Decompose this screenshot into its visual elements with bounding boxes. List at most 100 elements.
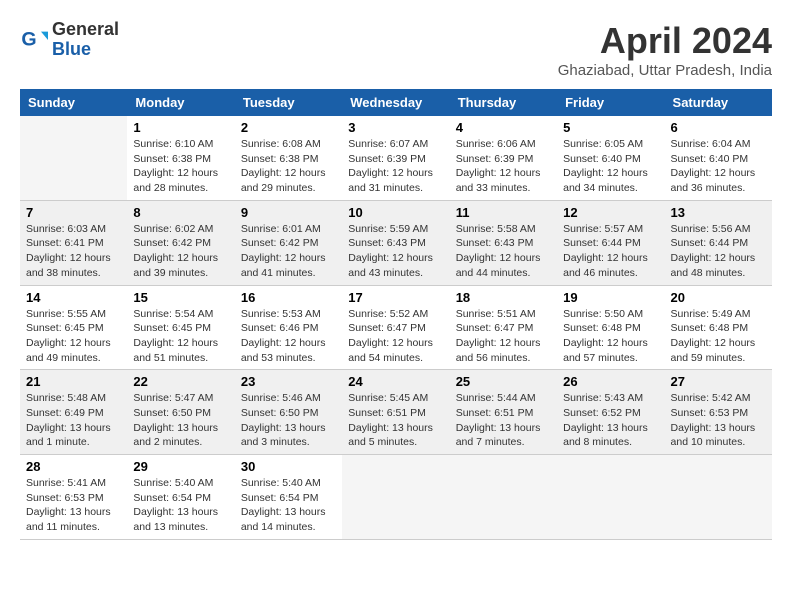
logo-blue-text: Blue xyxy=(52,40,119,60)
col-monday: Monday xyxy=(127,89,234,116)
table-row xyxy=(665,455,772,540)
day-info: Sunrise: 5:51 AM Sunset: 6:47 PM Dayligh… xyxy=(456,307,551,366)
day-number: 4 xyxy=(456,120,551,135)
calendar-body: 1 Sunrise: 6:10 AM Sunset: 6:38 PM Daylig… xyxy=(20,116,772,539)
day-info: Sunrise: 5:41 AM Sunset: 6:53 PM Dayligh… xyxy=(26,476,121,535)
col-tuesday: Tuesday xyxy=(235,89,342,116)
table-row: 14 Sunrise: 5:55 AM Sunset: 6:45 PM Dayli… xyxy=(20,285,127,370)
day-info: Sunrise: 5:56 AM Sunset: 6:44 PM Dayligh… xyxy=(671,222,766,281)
day-info: Sunrise: 5:46 AM Sunset: 6:50 PM Dayligh… xyxy=(241,391,336,450)
header-row: Sunday Monday Tuesday Wednesday Thursday… xyxy=(20,89,772,116)
col-friday: Friday xyxy=(557,89,664,116)
logo: G General Blue xyxy=(20,20,119,60)
table-row: 30Sunrise: 5:40 AM Sunset: 6:54 PM Dayli… xyxy=(235,455,342,540)
day-number: 18 xyxy=(456,290,551,305)
calendar-header: Sunday Monday Tuesday Wednesday Thursday… xyxy=(20,89,772,116)
day-info: Sunrise: 6:08 AM Sunset: 6:38 PM Dayligh… xyxy=(241,137,336,196)
week-row-5: 28 Sunrise: 5:41 AM Sunset: 6:53 PM Dayli… xyxy=(20,455,772,540)
table-row: 25 Sunrise: 5:44 AM Sunset: 6:51 PM Dayli… xyxy=(450,370,557,455)
day-number: 21 xyxy=(26,374,121,389)
title-block: April 2024 Ghaziabad, Uttar Pradesh, Ind… xyxy=(558,20,772,79)
week-row-3: 14 Sunrise: 5:55 AM Sunset: 6:45 PM Dayli… xyxy=(20,285,772,370)
day-info: Sunrise: 6:05 AM Sunset: 6:40 PM Dayligh… xyxy=(563,137,658,196)
table-row: 5 Sunrise: 6:05 AM Sunset: 6:40 PM Daylig… xyxy=(557,116,664,200)
col-sunday: Sunday xyxy=(20,89,127,116)
day-number: 10 xyxy=(348,205,443,220)
table-row: 9 Sunrise: 6:01 AM Sunset: 6:42 PM Daylig… xyxy=(235,200,342,285)
logo-icon: G xyxy=(20,26,48,54)
table-row: 18 Sunrise: 5:51 AM Sunset: 6:47 PM Dayli… xyxy=(450,285,557,370)
table-row: 27 Sunrise: 5:42 AM Sunset: 6:53 PM Dayli… xyxy=(665,370,772,455)
day-info: Sunrise: 6:06 AM Sunset: 6:39 PM Dayligh… xyxy=(456,137,551,196)
day-info: Sunrise: 5:40 AM Sunset: 6:54 PM Dayligh… xyxy=(133,476,228,535)
logo-text: General Blue xyxy=(52,20,119,60)
week-row-4: 21 Sunrise: 5:48 AM Sunset: 6:49 PM Dayli… xyxy=(20,370,772,455)
day-info: Sunrise: 5:58 AM Sunset: 6:43 PM Dayligh… xyxy=(456,222,551,281)
table-row: 13 Sunrise: 5:56 AM Sunset: 6:44 PM Dayli… xyxy=(665,200,772,285)
col-thursday: Thursday xyxy=(450,89,557,116)
logo-general-text: General xyxy=(52,20,119,40)
table-row: 7Sunrise: 6:03 AM Sunset: 6:41 PM Daylig… xyxy=(20,200,127,285)
table-row: 16Sunrise: 5:53 AM Sunset: 6:46 PM Dayli… xyxy=(235,285,342,370)
day-number: 9 xyxy=(241,205,336,220)
day-number: 6 xyxy=(671,120,766,135)
day-number: 22 xyxy=(133,374,228,389)
day-number: 20 xyxy=(671,290,766,305)
table-row: 20Sunrise: 5:49 AM Sunset: 6:48 PM Dayli… xyxy=(665,285,772,370)
table-row: 6 Sunrise: 6:04 AM Sunset: 6:40 PM Daylig… xyxy=(665,116,772,200)
day-number: 15 xyxy=(133,290,228,305)
day-info: Sunrise: 5:50 AM Sunset: 6:48 PM Dayligh… xyxy=(563,307,658,366)
day-number: 24 xyxy=(348,374,443,389)
month-title: April 2024 xyxy=(558,20,772,62)
week-row-2: 7Sunrise: 6:03 AM Sunset: 6:41 PM Daylig… xyxy=(20,200,772,285)
table-row: 23 Sunrise: 5:46 AM Sunset: 6:50 PM Dayli… xyxy=(235,370,342,455)
table-row: 28 Sunrise: 5:41 AM Sunset: 6:53 PM Dayli… xyxy=(20,455,127,540)
table-row: 11 Sunrise: 5:58 AM Sunset: 6:43 PM Dayli… xyxy=(450,200,557,285)
day-number: 8 xyxy=(133,205,228,220)
location-subtitle: Ghaziabad, Uttar Pradesh, India xyxy=(558,62,772,79)
day-number: 26 xyxy=(563,374,658,389)
day-info: Sunrise: 5:57 AM Sunset: 6:44 PM Dayligh… xyxy=(563,222,658,281)
day-info: Sunrise: 6:10 AM Sunset: 6:38 PM Dayligh… xyxy=(133,137,228,196)
day-number: 2 xyxy=(241,120,336,135)
day-info: Sunrise: 6:03 AM Sunset: 6:41 PM Dayligh… xyxy=(26,222,121,281)
week-row-1: 1 Sunrise: 6:10 AM Sunset: 6:38 PM Daylig… xyxy=(20,116,772,200)
day-info: Sunrise: 5:54 AM Sunset: 6:45 PM Dayligh… xyxy=(133,307,228,366)
day-info: Sunrise: 5:44 AM Sunset: 6:51 PM Dayligh… xyxy=(456,391,551,450)
day-number: 27 xyxy=(671,374,766,389)
table-row: 29Sunrise: 5:40 AM Sunset: 6:54 PM Dayli… xyxy=(127,455,234,540)
table-row: 24 Sunrise: 5:45 AM Sunset: 6:51 PM Dayli… xyxy=(342,370,449,455)
day-number: 30 xyxy=(241,459,336,474)
day-info: Sunrise: 6:04 AM Sunset: 6:40 PM Dayligh… xyxy=(671,137,766,196)
day-info: Sunrise: 5:48 AM Sunset: 6:49 PM Dayligh… xyxy=(26,391,121,450)
day-number: 23 xyxy=(241,374,336,389)
day-number: 28 xyxy=(26,459,121,474)
table-row xyxy=(450,455,557,540)
day-number: 1 xyxy=(133,120,228,135)
col-wednesday: Wednesday xyxy=(342,89,449,116)
day-info: Sunrise: 5:55 AM Sunset: 6:45 PM Dayligh… xyxy=(26,307,121,366)
day-info: Sunrise: 5:42 AM Sunset: 6:53 PM Dayligh… xyxy=(671,391,766,450)
day-number: 5 xyxy=(563,120,658,135)
day-number: 13 xyxy=(671,205,766,220)
day-number: 25 xyxy=(456,374,551,389)
day-info: Sunrise: 5:43 AM Sunset: 6:52 PM Dayligh… xyxy=(563,391,658,450)
day-info: Sunrise: 6:02 AM Sunset: 6:42 PM Dayligh… xyxy=(133,222,228,281)
table-row xyxy=(342,455,449,540)
table-row xyxy=(557,455,664,540)
calendar-table: Sunday Monday Tuesday Wednesday Thursday… xyxy=(20,89,772,540)
table-row xyxy=(20,116,127,200)
day-info: Sunrise: 5:45 AM Sunset: 6:51 PM Dayligh… xyxy=(348,391,443,450)
table-row: 19Sunrise: 5:50 AM Sunset: 6:48 PM Dayli… xyxy=(557,285,664,370)
day-info: Sunrise: 5:52 AM Sunset: 6:47 PM Dayligh… xyxy=(348,307,443,366)
day-info: Sunrise: 6:07 AM Sunset: 6:39 PM Dayligh… xyxy=(348,137,443,196)
table-row: 21 Sunrise: 5:48 AM Sunset: 6:49 PM Dayli… xyxy=(20,370,127,455)
day-info: Sunrise: 6:01 AM Sunset: 6:42 PM Dayligh… xyxy=(241,222,336,281)
page-header: G General Blue April 2024 Ghaziabad, Utt… xyxy=(20,20,772,79)
table-row: 15 Sunrise: 5:54 AM Sunset: 6:45 PM Dayli… xyxy=(127,285,234,370)
col-saturday: Saturday xyxy=(665,89,772,116)
svg-text:G: G xyxy=(21,28,36,50)
table-row: 8 Sunrise: 6:02 AM Sunset: 6:42 PM Daylig… xyxy=(127,200,234,285)
day-number: 14 xyxy=(26,290,121,305)
day-number: 11 xyxy=(456,205,551,220)
